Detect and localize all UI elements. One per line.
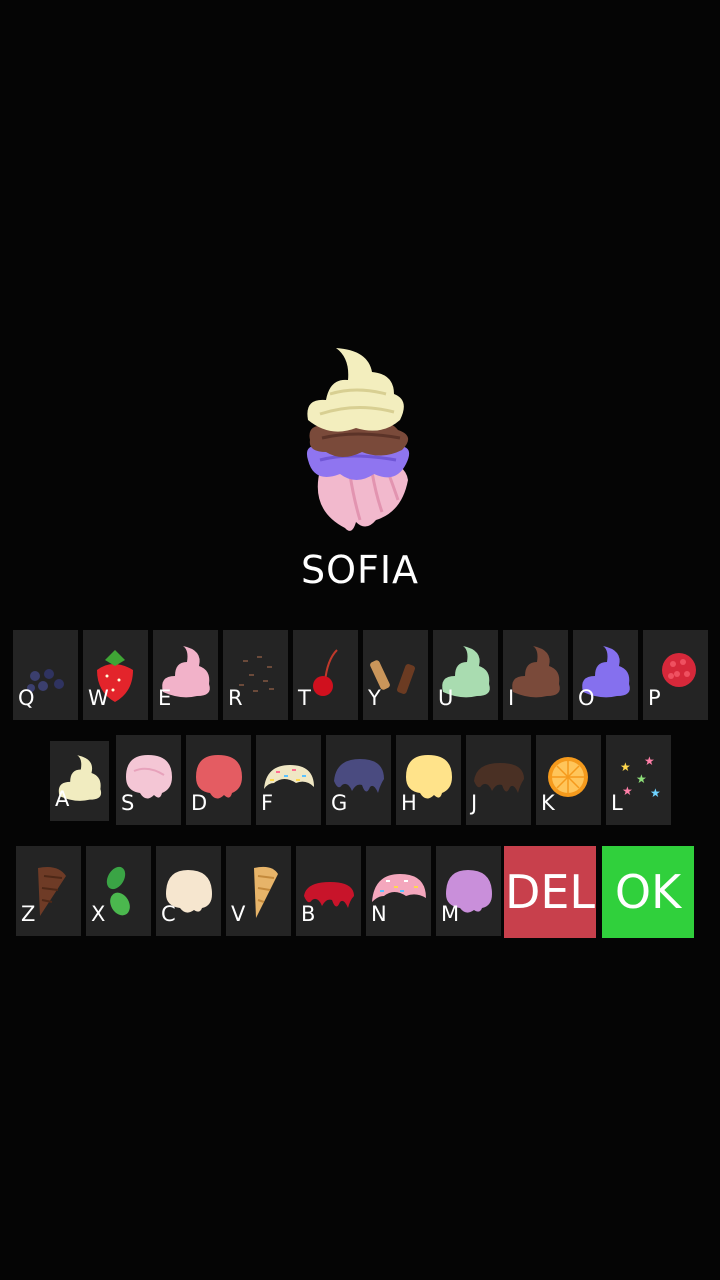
delete-button[interactable]: DEL	[504, 846, 596, 938]
key-letter: H	[401, 791, 417, 815]
key-letter: Z	[21, 902, 36, 926]
key-letter: J	[471, 791, 478, 815]
name-entry-screen: SOFIA Q W E R T Y U I O P A S D F G H J …	[0, 0, 720, 1280]
key-a[interactable]: A	[50, 741, 109, 821]
key-letter: K	[541, 791, 555, 815]
key-q[interactable]: Q	[13, 630, 78, 720]
key-letter: Y	[368, 686, 381, 710]
key-n[interactable]: N	[366, 846, 431, 936]
key-w[interactable]: W	[83, 630, 148, 720]
key-h[interactable]: H	[396, 735, 461, 825]
key-letter: R	[228, 686, 243, 710]
player-name-display: SOFIA	[300, 548, 420, 592]
key-c[interactable]: C	[156, 846, 221, 936]
key-letter: M	[441, 902, 460, 926]
key-f[interactable]: F	[256, 735, 321, 825]
key-letter: B	[301, 902, 316, 926]
key-letter: D	[191, 791, 208, 815]
key-e[interactable]: E	[153, 630, 218, 720]
key-letter: O	[578, 686, 595, 710]
key-letter: S	[121, 791, 135, 815]
key-s[interactable]: S	[116, 735, 181, 825]
key-y[interactable]: Y	[363, 630, 428, 720]
ok-button[interactable]: OK	[602, 846, 694, 938]
key-r[interactable]: R	[223, 630, 288, 720]
key-m[interactable]: M	[436, 846, 501, 936]
svg-text:★: ★	[650, 786, 661, 800]
key-letter: F	[261, 791, 274, 815]
svg-text:★: ★	[620, 760, 631, 774]
key-letter: W	[88, 686, 109, 710]
key-letter: X	[91, 902, 106, 926]
key-t[interactable]: T	[293, 630, 358, 720]
key-b[interactable]: B	[296, 846, 361, 936]
svg-text:★: ★	[622, 784, 633, 798]
key-letter: N	[371, 902, 387, 926]
key-j[interactable]: J	[466, 735, 531, 825]
key-letter: T	[298, 686, 311, 710]
svg-text:★: ★	[636, 772, 647, 786]
key-letter: U	[438, 686, 454, 710]
key-g[interactable]: G	[326, 735, 391, 825]
key-letter: A	[55, 787, 70, 811]
key-letter: C	[161, 902, 176, 926]
key-letter: V	[231, 902, 246, 926]
key-letter: I	[508, 686, 515, 710]
key-d[interactable]: D	[186, 735, 251, 825]
key-i[interactable]: I	[503, 630, 568, 720]
ice-cream-preview-icon	[306, 348, 410, 531]
key-u[interactable]: U	[433, 630, 498, 720]
svg-text:★: ★	[644, 754, 655, 768]
key-letter: E	[158, 686, 172, 710]
key-letter: G	[331, 791, 348, 815]
key-x[interactable]: X	[86, 846, 151, 936]
key-letter: P	[648, 686, 661, 710]
key-k[interactable]: K	[536, 735, 601, 825]
key-l[interactable]: ★ ★ ★ ★ ★ L	[606, 735, 671, 825]
key-o[interactable]: O	[573, 630, 638, 720]
key-letter: Q	[18, 686, 35, 710]
key-z[interactable]: Z	[16, 846, 81, 936]
key-v[interactable]: V	[226, 846, 291, 936]
key-p[interactable]: P	[643, 630, 708, 720]
key-letter: L	[611, 791, 623, 815]
